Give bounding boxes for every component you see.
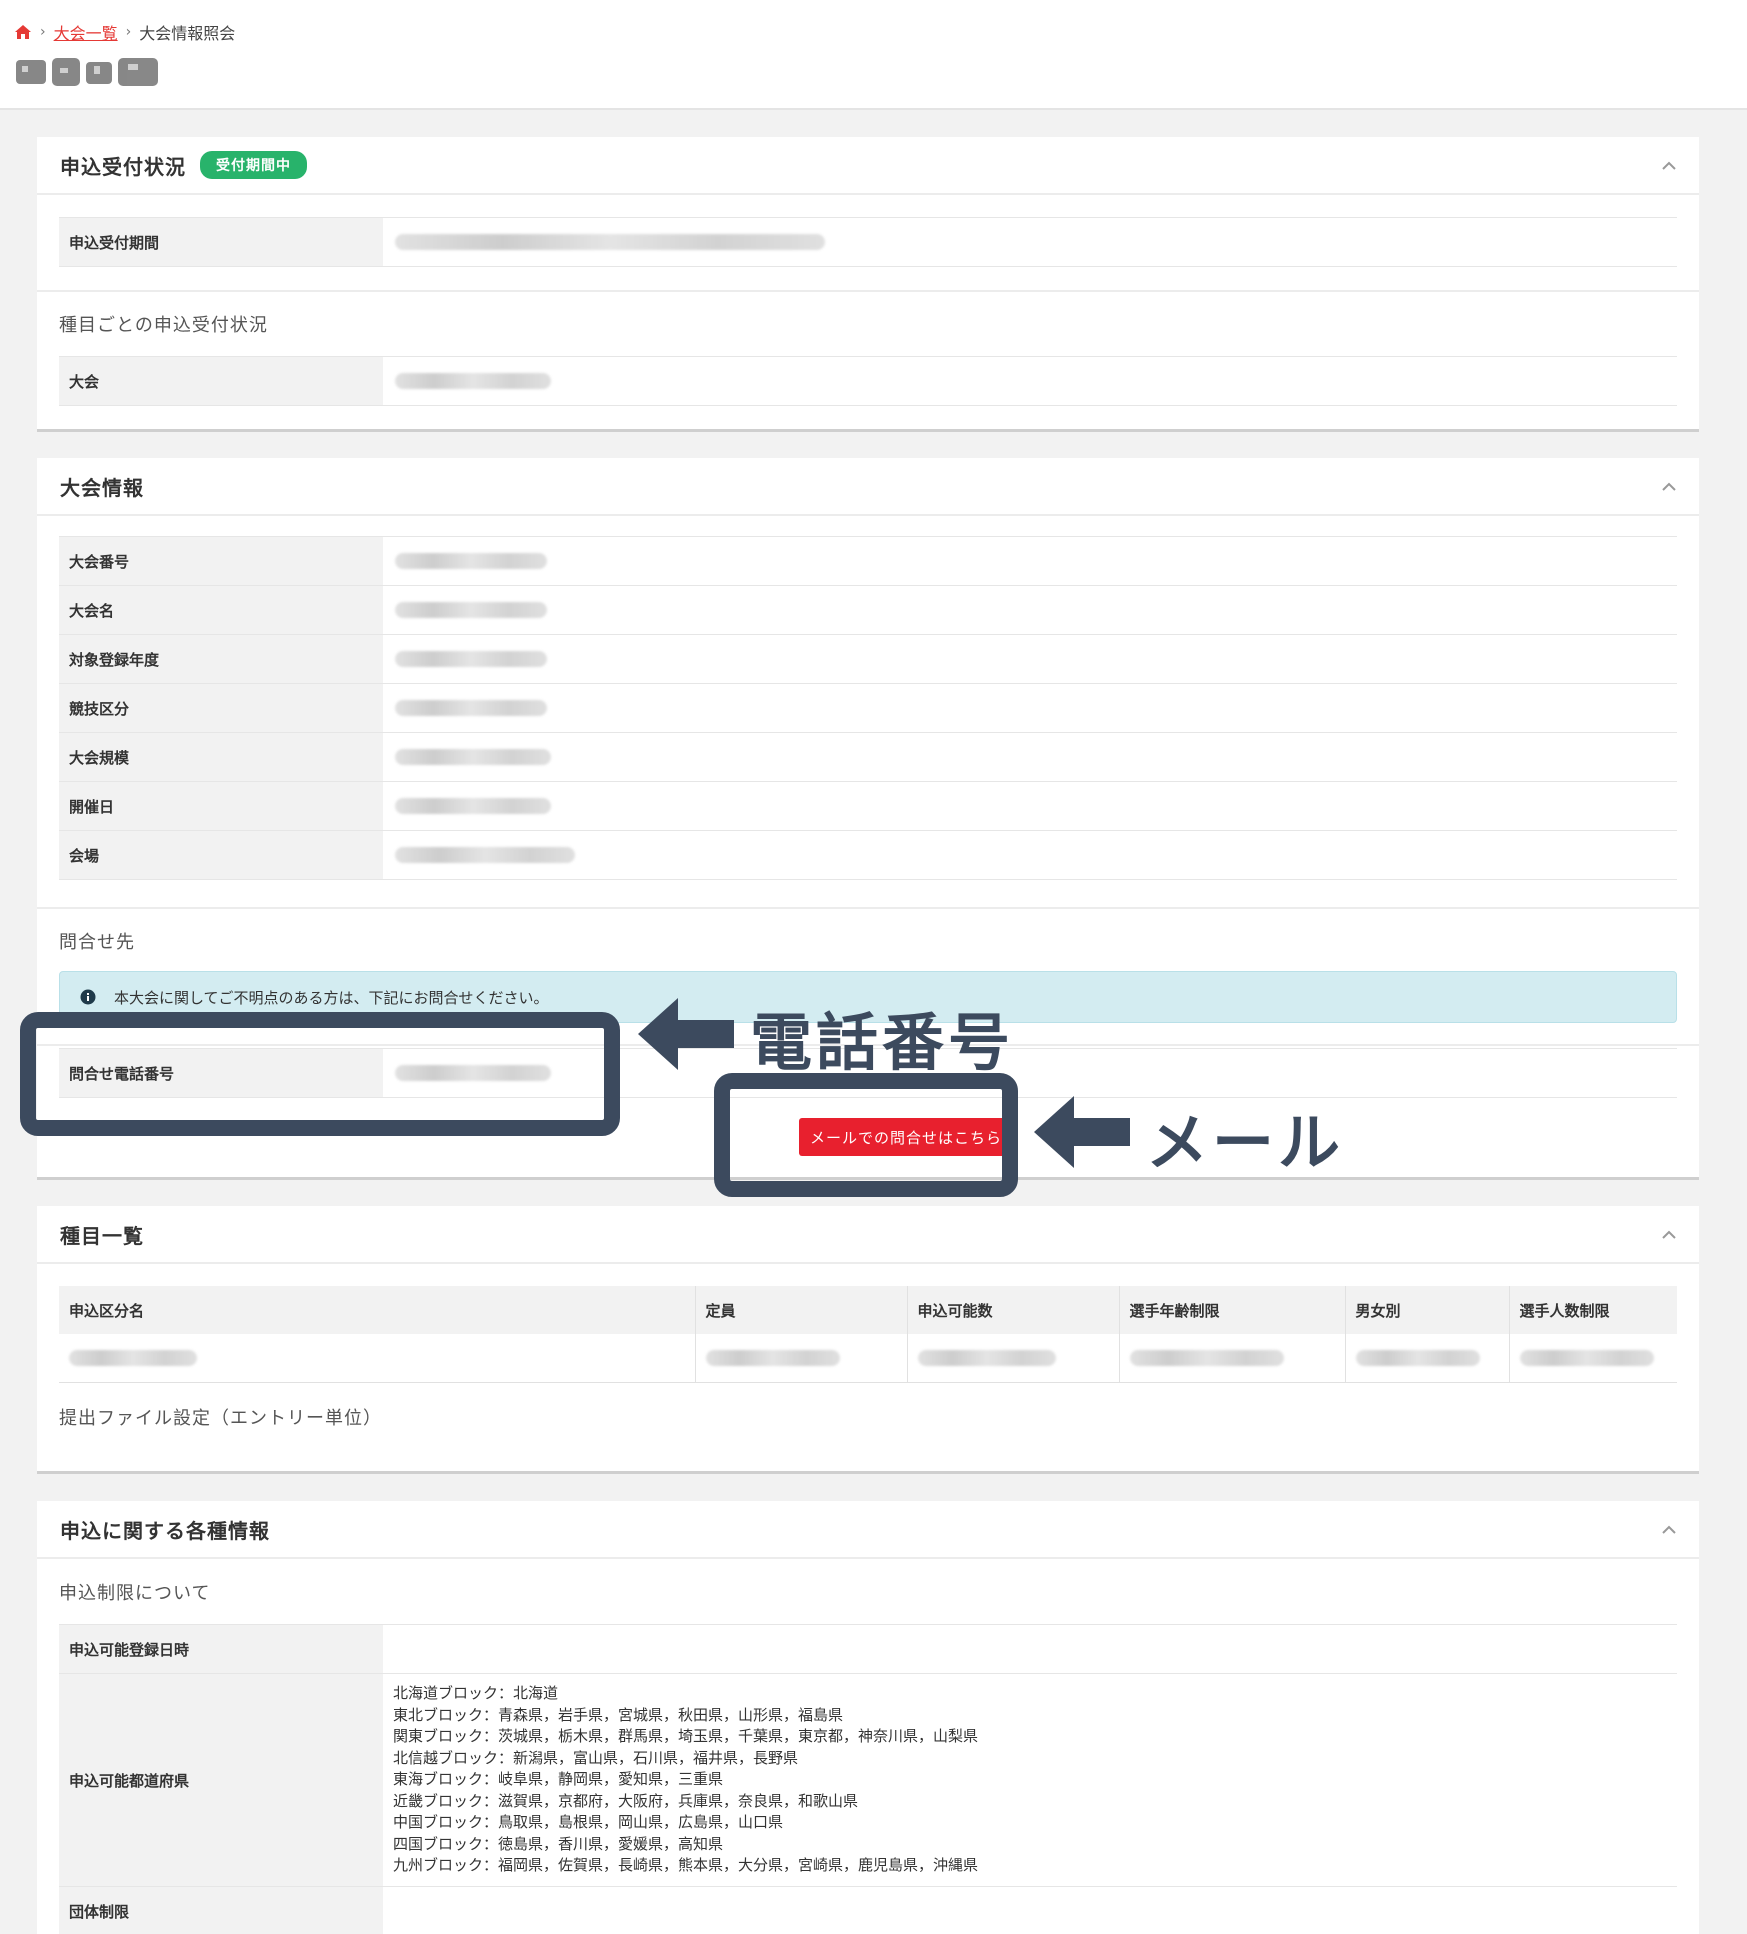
- card-title: 申込に関する各種情報: [60, 1518, 270, 1543]
- arrow-left-icon: [638, 998, 734, 1070]
- list-item: 関東ブロック：茨城県，栃木県，群馬県，埼玉県，千葉県，東京都，神奈川県，山梨県: [393, 1727, 979, 1746]
- kv-label: 申込受付期間: [59, 218, 383, 266]
- section-label: 種目ごとの申込受付状況: [59, 315, 268, 336]
- kv-label: 団体制限: [59, 1887, 383, 1934]
- breadcrumb-current: 大会情報照会: [139, 24, 236, 43]
- kv-row: 会場: [59, 830, 1677, 880]
- annotation-box-phone: [20, 1012, 620, 1136]
- kv-value-redacted: [383, 218, 1677, 266]
- prefecture-list: 北海道ブロック：北海道 東北ブロック：青森県，岩手県，宮城県，秋田県，山形県，福…: [393, 1675, 978, 1885]
- kv-label: 大会規模: [59, 733, 383, 781]
- kv-row: 申込受付期間: [59, 217, 1677, 267]
- info-icon: [80, 989, 96, 1005]
- card-header[interactable]: 申込に関する各種情報: [37, 1501, 1699, 1559]
- list-item: 東北ブロック：青森県，岩手県，宮城県，秋田県，山形県，福島県: [393, 1705, 844, 1724]
- arrow-left-icon: [1034, 1096, 1130, 1168]
- column-header: 申込区分名: [59, 1286, 696, 1334]
- breadcrumb-link-event-list[interactable]: 大会一覧: [54, 20, 118, 44]
- kv-row: 申込可能都道府県 北海道ブロック：北海道 東北ブロック：青森県，岩手県，宮城県，…: [59, 1673, 1677, 1887]
- card-title: 申込受付状況: [60, 154, 186, 179]
- alert-text: 本大会に関してご不明点のある方は、下記にお問合せください。: [114, 988, 549, 1007]
- table-cell-redacted: [695, 1334, 908, 1383]
- kv-row: 開催日: [59, 781, 1677, 831]
- chevron-up-icon[interactable]: [1661, 480, 1677, 492]
- site-logo: [16, 58, 158, 86]
- table-cell-redacted: [1345, 1334, 1510, 1383]
- breadcrumb: › 大会一覧 › 大会情報照会: [14, 20, 235, 44]
- section-label: 提出ファイル設定（エントリー単位）: [59, 1408, 382, 1429]
- kv-value: [383, 1625, 1677, 1673]
- list-item: 北海道ブロック：北海道: [393, 1684, 559, 1703]
- kv-row: 大会: [59, 356, 1677, 406]
- application-info-card: 申込に関する各種情報 申込制限について 申込可能登録日時 申込可能都道府県 北海…: [37, 1501, 1699, 1934]
- kv-row: 対象登録年度: [59, 634, 1677, 684]
- list-item: 近畿ブロック：滋賀県，京都府，大阪府，兵庫県，奈良県，和歌山県: [393, 1791, 859, 1810]
- list-item: 東海ブロック：岐阜県，静岡県，愛知県，三重県: [393, 1770, 724, 1789]
- chevron-up-icon[interactable]: [1661, 1523, 1677, 1535]
- kv-label: 申込可能登録日時: [59, 1625, 383, 1673]
- kv-row: 大会番号: [59, 536, 1677, 586]
- events-list-card: 種目一覧 申込区分名 定員 申込可能数 選手年齢制限 男女別 選手人数制限 提出…: [37, 1206, 1699, 1474]
- kv-value: 北海道ブロック：北海道 東北ブロック：青森県，岩手県，宮城県，秋田県，山形県，福…: [383, 1674, 1677, 1886]
- home-icon[interactable]: [14, 24, 32, 40]
- chevron-up-icon[interactable]: [1661, 1228, 1677, 1240]
- column-header: 選手人数制限: [1509, 1286, 1677, 1334]
- kv-value-redacted: [383, 684, 1677, 732]
- kv-value-redacted: [383, 586, 1677, 634]
- kv-value-redacted: [383, 357, 1677, 405]
- list-item: 北信越ブロック：新潟県，富山県，石川県，福井県，長野県: [393, 1748, 799, 1767]
- kv-row: 大会名: [59, 585, 1677, 635]
- list-item: 九州ブロック：福岡県，佐賀県，長崎県，熊本県，大分県，宮崎県，鹿児島県，沖縄県: [393, 1856, 979, 1875]
- table-row: [59, 1334, 1677, 1383]
- kv-value-redacted: [383, 635, 1677, 683]
- kv-value-redacted: [383, 537, 1677, 585]
- top-bar: › 大会一覧 › 大会情報照会: [0, 0, 1747, 110]
- chevron-up-icon[interactable]: [1661, 159, 1677, 171]
- status-badge: 受付期間中: [200, 151, 307, 179]
- kv-value-redacted: [383, 782, 1677, 830]
- card-title: 大会情報: [60, 475, 144, 500]
- events-table: 申込区分名 定員 申込可能数 選手年齢制限 男女別 選手人数制限: [59, 1286, 1677, 1383]
- annotation-label-phone: 電話番号: [750, 1006, 1015, 1079]
- kv-label: 開催日: [59, 782, 383, 830]
- kv-label: 申込可能都道府県: [59, 1674, 383, 1886]
- breadcrumb-separator: ›: [40, 24, 46, 40]
- column-header: 定員: [695, 1286, 908, 1334]
- kv-row: 団体制限: [59, 1886, 1677, 1934]
- table-cell-redacted: [907, 1334, 1120, 1383]
- card-title: 種目一覧: [60, 1223, 144, 1248]
- list-item: 四国ブロック：徳島県，香川県，愛媛県，高知県: [393, 1834, 724, 1853]
- table-cell-redacted: [1119, 1334, 1346, 1383]
- kv-value: [383, 1887, 1677, 1934]
- kv-label: 大会番号: [59, 537, 383, 585]
- table-cell-redacted: [59, 1334, 696, 1383]
- kv-label: 大会名: [59, 586, 383, 634]
- kv-label: 大会: [59, 357, 383, 405]
- section-label: 申込制限について: [59, 1583, 211, 1604]
- kv-label: 会場: [59, 831, 383, 879]
- column-header: 申込可能数: [907, 1286, 1120, 1334]
- card-header[interactable]: 申込受付状況 受付期間中: [37, 137, 1699, 195]
- column-header: 男女別: [1345, 1286, 1510, 1334]
- table-cell-redacted: [1509, 1334, 1677, 1383]
- list-item: 中国ブロック：鳥取県，島根県，岡山県，広島県，山口県: [393, 1813, 784, 1832]
- kv-label: 対象登録年度: [59, 635, 383, 683]
- kv-row: 大会規模: [59, 732, 1677, 782]
- column-header: 選手年齢制限: [1119, 1286, 1346, 1334]
- card-header[interactable]: 大会情報: [37, 458, 1699, 516]
- annotation-box-mail: [714, 1073, 1018, 1197]
- table-header-row: 申込区分名 定員 申込可能数 選手年齢制限 男女別 選手人数制限: [59, 1286, 1677, 1334]
- kv-value-redacted: [383, 733, 1677, 781]
- kv-row: 競技区分: [59, 683, 1677, 733]
- kv-label: 競技区分: [59, 684, 383, 732]
- kv-row: 申込可能登録日時: [59, 1624, 1677, 1674]
- application-status-card: 申込受付状況 受付期間中 申込受付期間 種目ごとの申込受付状況 大会: [37, 137, 1699, 432]
- card-header[interactable]: 種目一覧: [37, 1206, 1699, 1264]
- section-label: 問合せ先: [59, 932, 135, 953]
- annotation-label-mail: メール: [1146, 1106, 1345, 1179]
- breadcrumb-separator: ›: [125, 24, 132, 40]
- kv-value-redacted: [383, 831, 1677, 879]
